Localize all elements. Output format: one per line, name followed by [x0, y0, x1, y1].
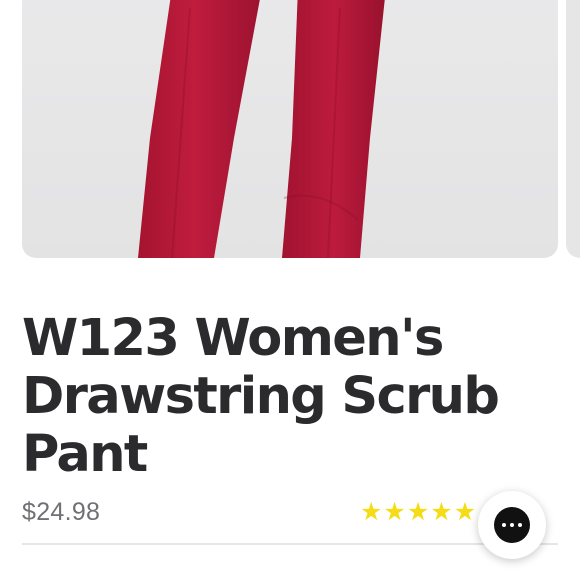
product-image[interactable]	[22, 0, 558, 258]
chat-button[interactable]	[478, 491, 546, 559]
product-photo-pants	[138, 0, 385, 258]
star-icon: ★	[360, 497, 383, 526]
star-icon: ★	[406, 497, 430, 526]
product-image-gallery[interactable]	[0, 0, 580, 260]
rating-stars[interactable]: ★ ★ ★ ★ ★	[360, 497, 476, 527]
star-icon: ★	[430, 497, 453, 526]
chat-bubble-dots-icon	[494, 507, 530, 543]
next-product-image[interactable]	[566, 0, 580, 258]
star-icon: ★	[453, 497, 477, 526]
divider	[22, 543, 558, 545]
star-icon: ★	[383, 497, 406, 526]
product-title: W123 Women's Drawstring Scrub Pant	[22, 309, 500, 484]
product-price: $24.98	[22, 498, 101, 526]
